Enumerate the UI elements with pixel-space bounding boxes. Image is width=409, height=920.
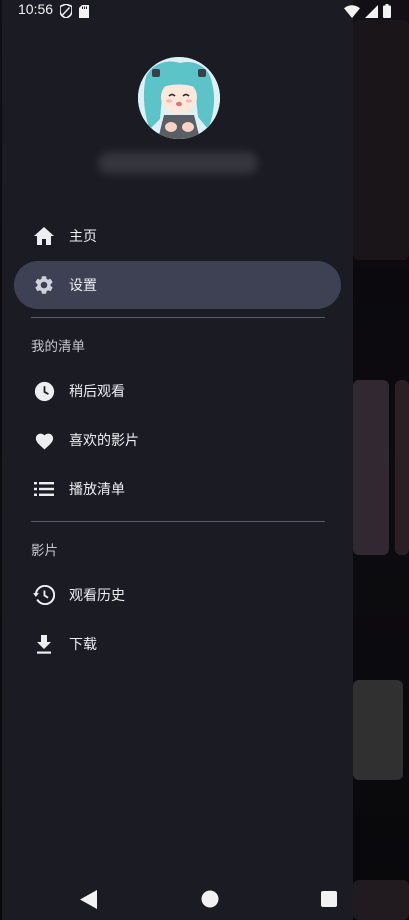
drawer-item-liked-videos[interactable]: 喜欢的影片: [14, 416, 341, 464]
home-icon: [32, 224, 56, 248]
section-title-my-lists: 我的清单: [31, 339, 85, 355]
drawer-item-label: 观看历史: [69, 588, 125, 604]
gear-icon: [32, 273, 56, 297]
drawer-item-settings[interactable]: 设置: [14, 261, 341, 309]
avatar[interactable]: [138, 57, 220, 139]
drawer-item-downloads[interactable]: 下载: [14, 620, 341, 668]
clock-icon: [32, 379, 56, 403]
wifi-icon: [344, 3, 360, 22]
shield-icon: [59, 3, 73, 22]
system-navigation-bar: [0, 880, 409, 920]
battery-icon: [383, 3, 391, 22]
navigation-drawer: 主页 设置 我的清单 稍后观看 喜欢的影片 播放清单 影片 观看历史 下载: [2, 0, 353, 920]
divider: [31, 317, 325, 318]
history-icon: [32, 583, 56, 607]
back-icon[interactable]: [80, 890, 98, 913]
home-circle-icon[interactable]: [201, 890, 219, 912]
drawer-item-label: 下载: [69, 637, 97, 653]
drawer-item-playlists[interactable]: 播放清单: [14, 465, 341, 513]
drawer-item-label: 稍后观看: [69, 384, 125, 400]
status-bar: 10:56: [0, 0, 409, 20]
download-icon: [32, 632, 56, 656]
drawer-item-watch-history[interactable]: 观看历史: [14, 571, 341, 619]
drawer-item-label: 喜欢的影片: [69, 433, 139, 449]
recents-icon[interactable]: [321, 891, 337, 911]
drawer-item-label: 主页: [69, 229, 97, 245]
sd-card-icon: [79, 3, 89, 22]
signal-icon: [365, 3, 378, 22]
playlist-icon: [32, 477, 56, 501]
drawer-item-label: 播放清单: [69, 482, 125, 498]
heart-icon: [32, 428, 56, 452]
username-redacted: [98, 152, 258, 174]
drawer-item-watch-later[interactable]: 稍后观看: [14, 367, 341, 415]
divider: [31, 521, 325, 522]
status-time: 10:56: [18, 1, 54, 17]
section-title-videos: 影片: [31, 543, 58, 559]
drawer-item-label: 设置: [69, 278, 97, 294]
drawer-item-home[interactable]: 主页: [14, 212, 341, 260]
